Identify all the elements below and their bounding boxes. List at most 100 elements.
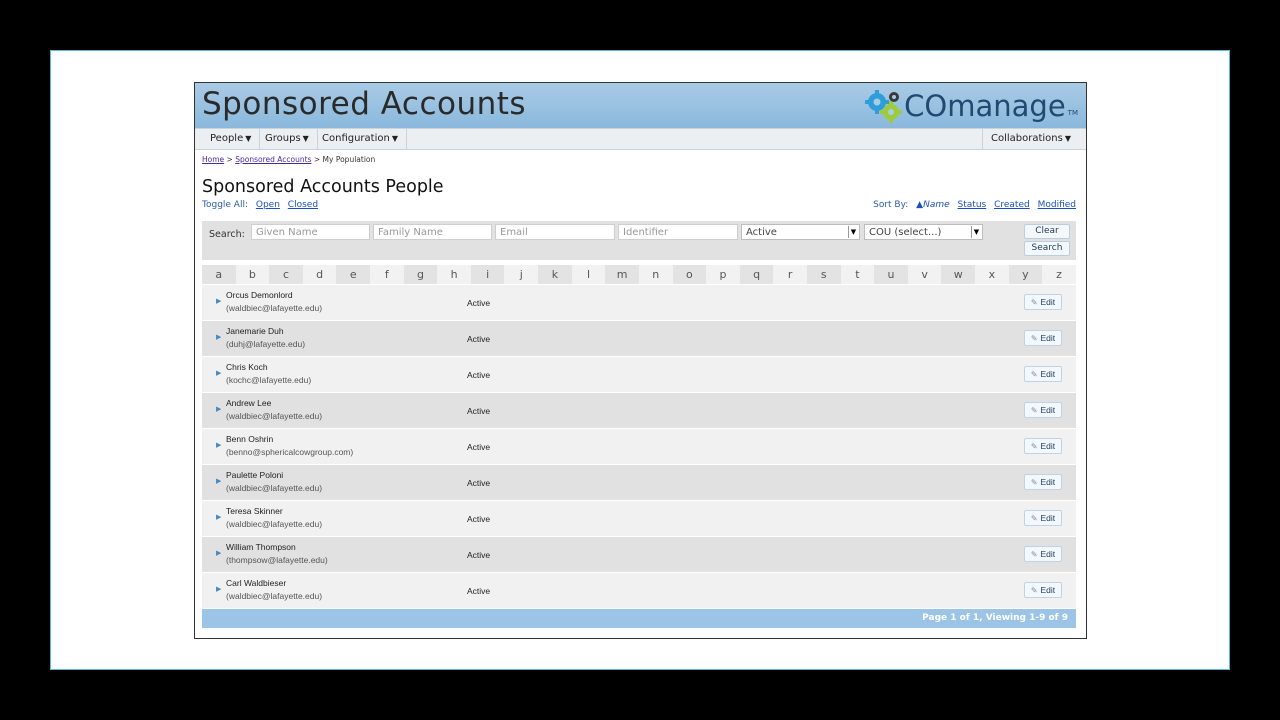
pencil-icon: ✎ [1030,586,1038,595]
triangle-right-icon[interactable]: ▶ [216,441,221,449]
toggle-closed-link[interactable]: Closed [288,200,318,210]
alpha-letter[interactable]: f [370,265,404,284]
alpha-letter[interactable]: d [302,265,337,284]
list-item: ▶ Chris Koch (kochc@lafayette.edu) Activ… [202,357,1076,393]
family-name-input[interactable]: Family Name [373,224,492,240]
triangle-right-icon[interactable]: ▶ [216,369,221,377]
toggle-label: Toggle All: [202,200,248,210]
status-select-value: Active [746,227,777,238]
alpha-letter[interactable]: l [571,265,606,284]
alpha-letter[interactable]: o [672,265,707,284]
toggle-open-link[interactable]: Open [256,200,280,210]
edit-label: Edit [1040,405,1056,415]
person-status: Active [467,586,491,596]
alpha-letter[interactable]: v [907,265,942,284]
alpha-letter[interactable]: h [437,265,471,284]
edit-button[interactable]: ✎ Edit [1024,582,1062,598]
person-status: Active [467,406,491,416]
sort-by: Sort By: ▲Name Status Created Modified [873,200,1076,210]
toggle-all: Toggle All: Open Closed [202,200,318,210]
person-status: Active [467,334,491,344]
person-status: Active [467,298,491,308]
sort-status-link[interactable]: Status [958,200,987,210]
edit-button[interactable]: ✎ Edit [1024,438,1062,454]
alphabet-filter: a b c d e f g h i j k l m n o p q r s t … [202,265,1076,284]
person-email: (benno@sphericalcowgroup.com) [226,447,354,457]
alpha-letter[interactable]: q [739,265,774,284]
cou-select[interactable]: COU (select...) ▼ [864,224,983,240]
edit-button[interactable]: ✎ Edit [1024,474,1062,490]
edit-button[interactable]: ✎ Edit [1024,366,1062,382]
alpha-letter[interactable]: t [840,265,875,284]
person-email: (duhj@lafayette.edu) [226,339,306,349]
caret-down-icon: ▼ [302,134,309,143]
person-name: Teresa Skinner [226,506,283,516]
triangle-right-icon[interactable]: ▶ [216,477,221,485]
pagination-bar: Page 1 of 1, Viewing 1-9 of 9 [202,609,1076,628]
banner-title: Sponsored Accounts [202,86,527,122]
alpha-letter[interactable]: z [1042,265,1076,284]
sort-name-link[interactable]: ▲Name [916,200,949,210]
edit-button[interactable]: ✎ Edit [1024,330,1062,346]
alpha-letter[interactable]: p [706,265,740,284]
sort-modified-link[interactable]: Modified [1038,200,1076,210]
nav-configuration[interactable]: Configuration ▼ [314,129,407,149]
alpha-letter[interactable]: c [269,265,303,284]
alpha-letter[interactable]: w [941,265,976,284]
alpha-letter[interactable]: r [773,265,807,284]
alpha-letter[interactable]: g [403,265,438,284]
edit-label: Edit [1040,477,1056,487]
alpha-letter[interactable]: i [470,265,505,284]
alpha-letter[interactable]: e [336,265,371,284]
sort-label: Sort By: [873,200,909,210]
identifier-input[interactable]: Identifier [618,224,738,240]
nav-people[interactable]: People ▼ [202,129,261,149]
edit-button[interactable]: ✎ Edit [1024,294,1062,310]
person-name: Paulette Poloni [226,470,284,480]
alpha-letter[interactable]: u [874,265,908,284]
alpha-letter[interactable]: x [975,265,1009,284]
person-name: Chris Koch [226,362,268,372]
page-title: Sponsored Accounts People [202,177,444,197]
search-bar: Search: Given Name Family Name Email Ide… [202,221,1076,260]
triangle-right-icon[interactable]: ▶ [216,549,221,557]
person-email: (waldbiec@lafayette.edu) [226,591,323,601]
pencil-icon: ✎ [1030,478,1038,487]
clear-button[interactable]: Clear [1024,224,1070,239]
alpha-letter[interactable]: a [202,265,236,284]
triangle-right-icon[interactable]: ▶ [216,297,221,305]
nav-collaborations[interactable]: Collaborations ▼ [981,129,1079,149]
nav-groups[interactable]: Groups ▼ [257,129,318,149]
search-button[interactable]: Search [1024,241,1070,256]
person-email: (waldbiec@lafayette.edu) [226,483,323,493]
triangle-right-icon[interactable]: ▶ [216,513,221,521]
sort-created-link[interactable]: Created [994,200,1030,210]
person-email: (waldbiec@lafayette.edu) [226,411,323,421]
triangle-right-icon[interactable]: ▶ [216,405,221,413]
alpha-letter[interactable]: k [538,265,572,284]
alpha-letter[interactable]: b [235,265,270,284]
comanage-logo[interactable]: COmanage TM [864,86,1078,126]
breadcrumb-sponsored[interactable]: Sponsored Accounts [235,155,311,164]
given-name-input[interactable]: Given Name [251,224,370,240]
email-input[interactable]: Email [495,224,615,240]
person-status: Active [467,370,491,380]
list-item: ▶ Paulette Poloni (waldbiec@lafayette.ed… [202,465,1076,501]
pencil-icon: ✎ [1030,406,1038,415]
alpha-letter[interactable]: y [1008,265,1043,284]
edit-button[interactable]: ✎ Edit [1024,402,1062,418]
breadcrumb-home[interactable]: Home [202,155,224,164]
alpha-letter[interactable]: j [504,265,539,284]
alpha-letter[interactable]: n [638,265,673,284]
list-item: ▶ Janemarie Duh (duhj@lafayette.edu) Act… [202,321,1076,357]
status-select[interactable]: Active ▼ [741,224,860,240]
alpha-letter[interactable]: m [605,265,639,284]
alpha-letter[interactable]: s [806,265,841,284]
triangle-right-icon[interactable]: ▶ [216,333,221,341]
triangle-right-icon[interactable]: ▶ [216,585,221,593]
app-window: Sponsored Accounts COmanage TM People ▼ … [194,82,1087,639]
pencil-icon: ✎ [1030,334,1038,343]
person-status: Active [467,550,491,560]
edit-button[interactable]: ✎ Edit [1024,546,1062,562]
edit-button[interactable]: ✎ Edit [1024,510,1062,526]
